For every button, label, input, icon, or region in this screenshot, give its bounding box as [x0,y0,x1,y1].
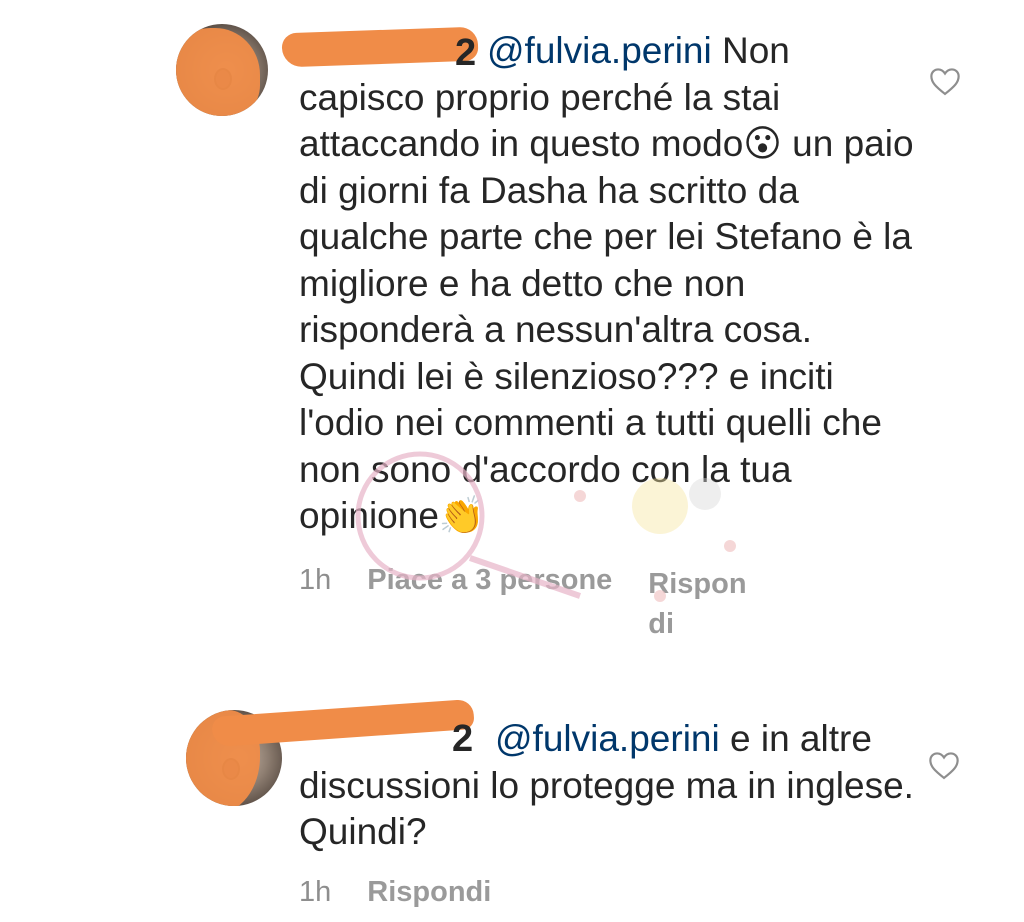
reply-button[interactable]: Rispondi [367,876,491,909]
comment-text: @fulvia.perini e in altre discussioni lo… [299,716,919,856]
mention-link[interactable]: @fulvia.perini [487,30,712,71]
comment-2: 2 @fulvia.perini e in altre discussioni … [0,680,1024,922]
reply-button[interactable]: Rispondi [648,564,758,644]
comment-1: 2 @fulvia.perini Non capisco proprio per… [0,0,1024,660]
mention-link[interactable]: @fulvia.perini [495,718,720,759]
avatar-redaction [176,28,260,116]
heart-outline-icon[interactable] [928,66,962,96]
likes-count-link[interactable]: Piace a 3 persone [367,564,612,597]
timestamp: 1h [299,564,332,596]
comment-meta: 1h Piace a 3 persone Rispondi [299,564,758,644]
heart-outline-icon[interactable] [927,750,961,780]
avatar[interactable] [176,24,268,116]
comment-body: Non capisco proprio perché la stai attac… [299,30,924,536]
comment-text: @fulvia.perini Non capisco proprio perch… [299,28,919,540]
comment-meta: 1h Rispondi [299,876,491,909]
timestamp: 1h [299,876,332,908]
